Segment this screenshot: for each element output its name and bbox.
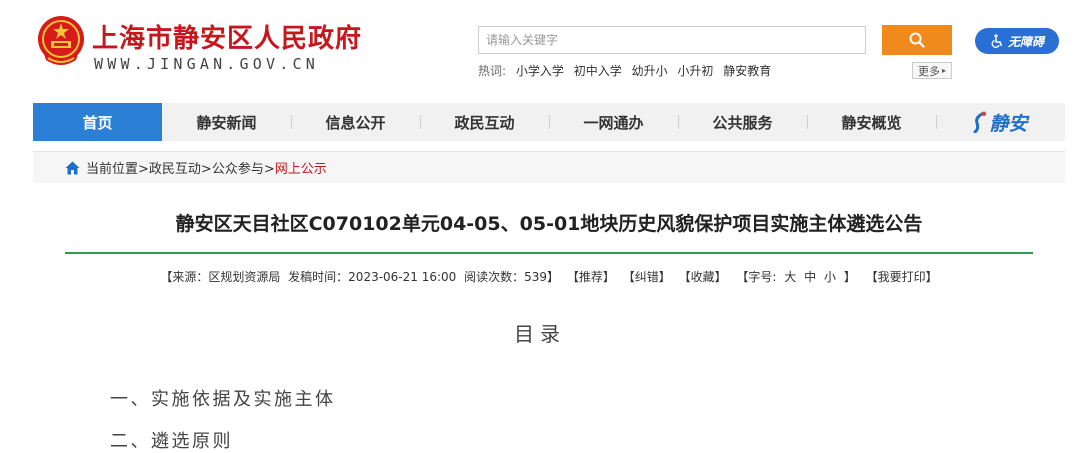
article-title: 静安区天目社区C070102单元04-05、05-01地块历史风貌保护项目实施主…: [175, 213, 923, 235]
font-size-medium[interactable]: 中: [804, 270, 816, 284]
hot-word-link[interactable]: 幼升小: [632, 64, 668, 78]
accessibility-label: 无障碍: [1007, 34, 1044, 49]
nav-item-info-disclosure[interactable]: 信息公开: [291, 103, 420, 141]
search-input[interactable]: [478, 26, 866, 54]
search-button[interactable]: [882, 25, 952, 55]
toc-heading: 目录: [514, 322, 566, 346]
national-emblem-icon: [38, 16, 84, 65]
toc-item: 一、实施依据及实施主体: [110, 389, 336, 410]
article-meta: 【来源：区规划资源局 发稿时间：2023-06-21 16:00 阅读次数：53…: [33, 268, 1065, 285]
wheelchair-icon: [991, 34, 1003, 48]
nav-item-overview[interactable]: 静安概览: [807, 103, 936, 141]
toc-item: 二、遴选原则: [110, 431, 233, 452]
hot-word-link[interactable]: 初中入学: [574, 64, 622, 78]
favorite-link[interactable]: 【收藏】: [679, 270, 727, 284]
meta-publish-time: 发稿时间：2023-06-21 16:00: [288, 270, 457, 284]
breadcrumb: 当前位置> 政民互动> 公众参与> 网上公示: [33, 151, 1065, 183]
font-size-control: 【字号: 大 中 小 】: [734, 270, 857, 284]
jingan-swirl-icon: [973, 111, 987, 133]
title-divider: [65, 252, 1033, 254]
caret-right-icon: ▸: [941, 66, 946, 75]
nav-item-news[interactable]: 静安新闻: [162, 103, 291, 141]
accessibility-button[interactable]: 无障碍: [975, 28, 1059, 54]
main-nav: 首页 静安新闻 信息公开 政民互动 一网通办 公共服务 静安概览 静安: [33, 103, 1065, 141]
jingan-logo-text: 静安: [989, 112, 1028, 135]
hot-words-bar: 热词: 小学入学 初中入学 幼升小 小升初 静安教育: [478, 62, 777, 79]
font-size-label: 【字号:: [736, 270, 777, 284]
hot-words-label: 热词:: [478, 64, 507, 78]
hot-word-link[interactable]: 静安教育: [723, 64, 771, 78]
correct-link[interactable]: 【纠错】: [623, 270, 671, 284]
more-label: 更多: [917, 64, 940, 78]
font-size-large[interactable]: 大: [784, 270, 796, 284]
meta-source: 【来源：区规划资源局: [160, 270, 281, 284]
breadcrumb-prefix: 当前位置>: [86, 162, 149, 177]
font-size-small[interactable]: 小: [824, 270, 836, 284]
more-hot-words-button[interactable]: 更多 ▸: [912, 62, 952, 79]
nav-item-interaction[interactable]: 政民互动: [420, 103, 549, 141]
nav-item-home[interactable]: 首页: [33, 103, 162, 141]
nav-item-public-service[interactable]: 公共服务: [678, 103, 807, 141]
recommend-link[interactable]: 【推荐】: [567, 270, 615, 284]
breadcrumb-link[interactable]: 政民互动>: [149, 158, 212, 177]
nav-item-one-stop-service[interactable]: 一网通办: [549, 103, 678, 141]
breadcrumb-link[interactable]: 公众参与>: [212, 158, 275, 177]
breadcrumb-current[interactable]: 网上公示: [275, 158, 327, 177]
meta-read-count: 阅读次数：539】: [464, 270, 560, 284]
hot-word-link[interactable]: 小升初: [677, 64, 713, 78]
search-icon: [909, 32, 925, 48]
hot-word-link[interactable]: 小学入学: [516, 64, 564, 78]
site-domain: WWW.JINGAN.GOV.CN: [94, 55, 319, 73]
site-title[interactable]: 上海市静安区人民政府: [92, 18, 362, 55]
print-link[interactable]: 【我要打印】: [866, 270, 938, 284]
site-header: 上海市静安区人民政府 WWW.JINGAN.GOV.CN 无障碍 热词: 小学入…: [0, 0, 1080, 100]
home-icon[interactable]: [65, 161, 80, 175]
jingan-logo[interactable]: 静安: [936, 103, 1065, 141]
font-size-end: 】: [843, 270, 856, 284]
